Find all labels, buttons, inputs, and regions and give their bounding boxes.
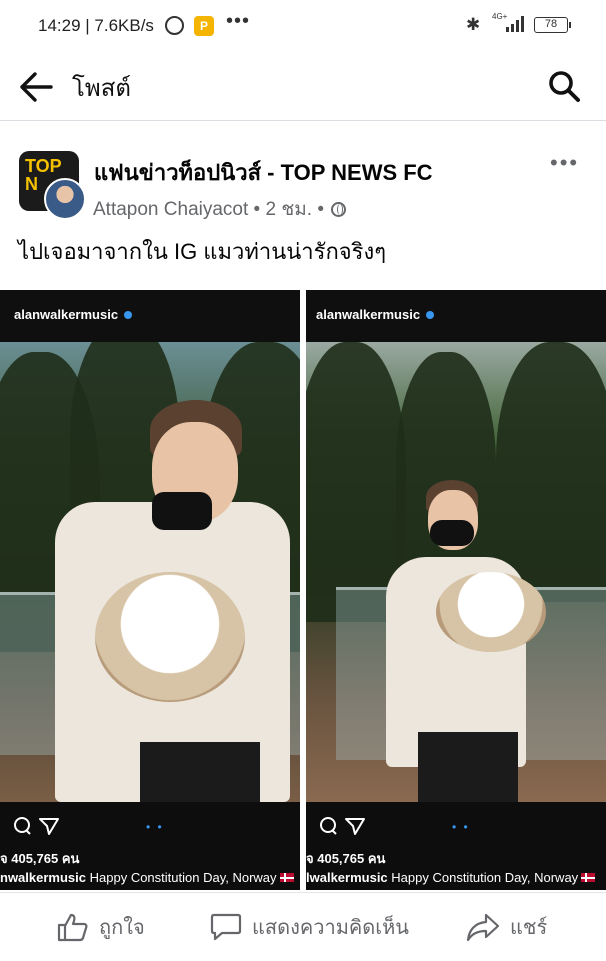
more-notifications-icon: ••• bbox=[226, 10, 251, 32]
author-name[interactable]: Attapon Chaiyacot bbox=[93, 199, 248, 220]
comment-bubble-icon bbox=[210, 913, 242, 941]
bluetooth-icon: ✱ bbox=[466, 15, 481, 34]
share-arrow-icon bbox=[466, 913, 500, 942]
ig-action-icons bbox=[14, 816, 60, 841]
page-title: โพสต์ bbox=[72, 75, 131, 102]
ig-caption: lwalkermusic Happy Constitution Day, Nor… bbox=[306, 870, 596, 885]
meta-separator: • bbox=[253, 199, 266, 220]
status-bar: 14:29 | 7.6KB/s P ••• ✱ 4G+ 78 bbox=[0, 0, 606, 54]
meta-separator: • bbox=[317, 199, 330, 220]
like-label: ถูกใจ bbox=[99, 917, 145, 939]
like-button[interactable]: ถูกใจ bbox=[57, 909, 145, 945]
ig-likes: จ 405,765 คน bbox=[306, 851, 386, 866]
norway-flag-icon bbox=[581, 873, 596, 882]
comment-label: แสดงความคิดเห็น bbox=[252, 917, 409, 939]
post-photo-1[interactable]: alanwalkermusic • • จ 405,765 คน nwalker… bbox=[0, 290, 300, 890]
alarm-icon bbox=[165, 16, 184, 35]
thumbs-up-icon bbox=[57, 913, 88, 942]
post-photo-2[interactable]: alanwalkermusic • • จ 405,765 คน lwalker… bbox=[306, 290, 606, 890]
ig-header: alanwalkermusic bbox=[306, 290, 606, 342]
signal-icon bbox=[506, 16, 526, 32]
share-label: แชร์ bbox=[510, 917, 548, 939]
ig-footer: • • จ 405,765 คน lwalkermusic Happy Cons… bbox=[306, 802, 606, 890]
post-action-bar: ถูกใจ แสดงความคิดเห็น แชร์ bbox=[0, 892, 606, 961]
ig-caption: nwalkermusic Happy Constitution Day, Nor… bbox=[0, 870, 294, 885]
comment-button[interactable]: แสดงความคิดเห็น bbox=[210, 909, 409, 945]
back-arrow-icon[interactable] bbox=[18, 70, 54, 104]
carousel-dots: • • bbox=[452, 820, 470, 834]
ig-header: alanwalkermusic bbox=[0, 290, 300, 342]
status-time: 14:29 | 7.6KB/s bbox=[38, 16, 154, 35]
ig-likes: จ 405,765 คน bbox=[0, 851, 80, 866]
page-name[interactable]: แฟนข่าวท็อปนิวส์ - TOP NEWS FC bbox=[94, 155, 433, 190]
ig-action-icons bbox=[320, 816, 366, 841]
verified-badge-icon bbox=[426, 311, 435, 319]
ig-username: alanwalkermusic bbox=[316, 307, 435, 322]
post-text: ไปเจอมาจากใน IG แมวท่านน่ารักจริงๆ bbox=[18, 239, 387, 264]
globe-icon bbox=[331, 202, 347, 217]
post-time[interactable]: 2 ชม. bbox=[265, 199, 312, 220]
norway-flag-icon bbox=[279, 873, 294, 882]
ig-footer: • • จ 405,765 คน nwalkermusic Happy Cons… bbox=[0, 802, 300, 890]
share-button[interactable]: แชร์ bbox=[466, 909, 547, 945]
verified-badge-icon bbox=[124, 311, 133, 319]
top-app-bar: โพสต์ bbox=[0, 54, 606, 121]
photo-scene bbox=[306, 342, 606, 802]
notification-app-icon: P bbox=[194, 16, 214, 36]
author-avatar[interactable] bbox=[44, 178, 86, 220]
post-meta: Attapon Chaiyacot • 2 ชม. • bbox=[93, 194, 347, 224]
search-icon[interactable] bbox=[546, 68, 582, 104]
more-options-icon[interactable]: ••• bbox=[550, 150, 579, 176]
photo-scene bbox=[0, 342, 300, 802]
post-header: TOP N แฟนข่าวท็อปนิวส์ - TOP NEWS FC Att… bbox=[0, 140, 606, 224]
ig-username: alanwalkermusic bbox=[14, 307, 133, 322]
carousel-dots: • • bbox=[146, 820, 164, 834]
battery-icon: 78 bbox=[534, 17, 571, 33]
